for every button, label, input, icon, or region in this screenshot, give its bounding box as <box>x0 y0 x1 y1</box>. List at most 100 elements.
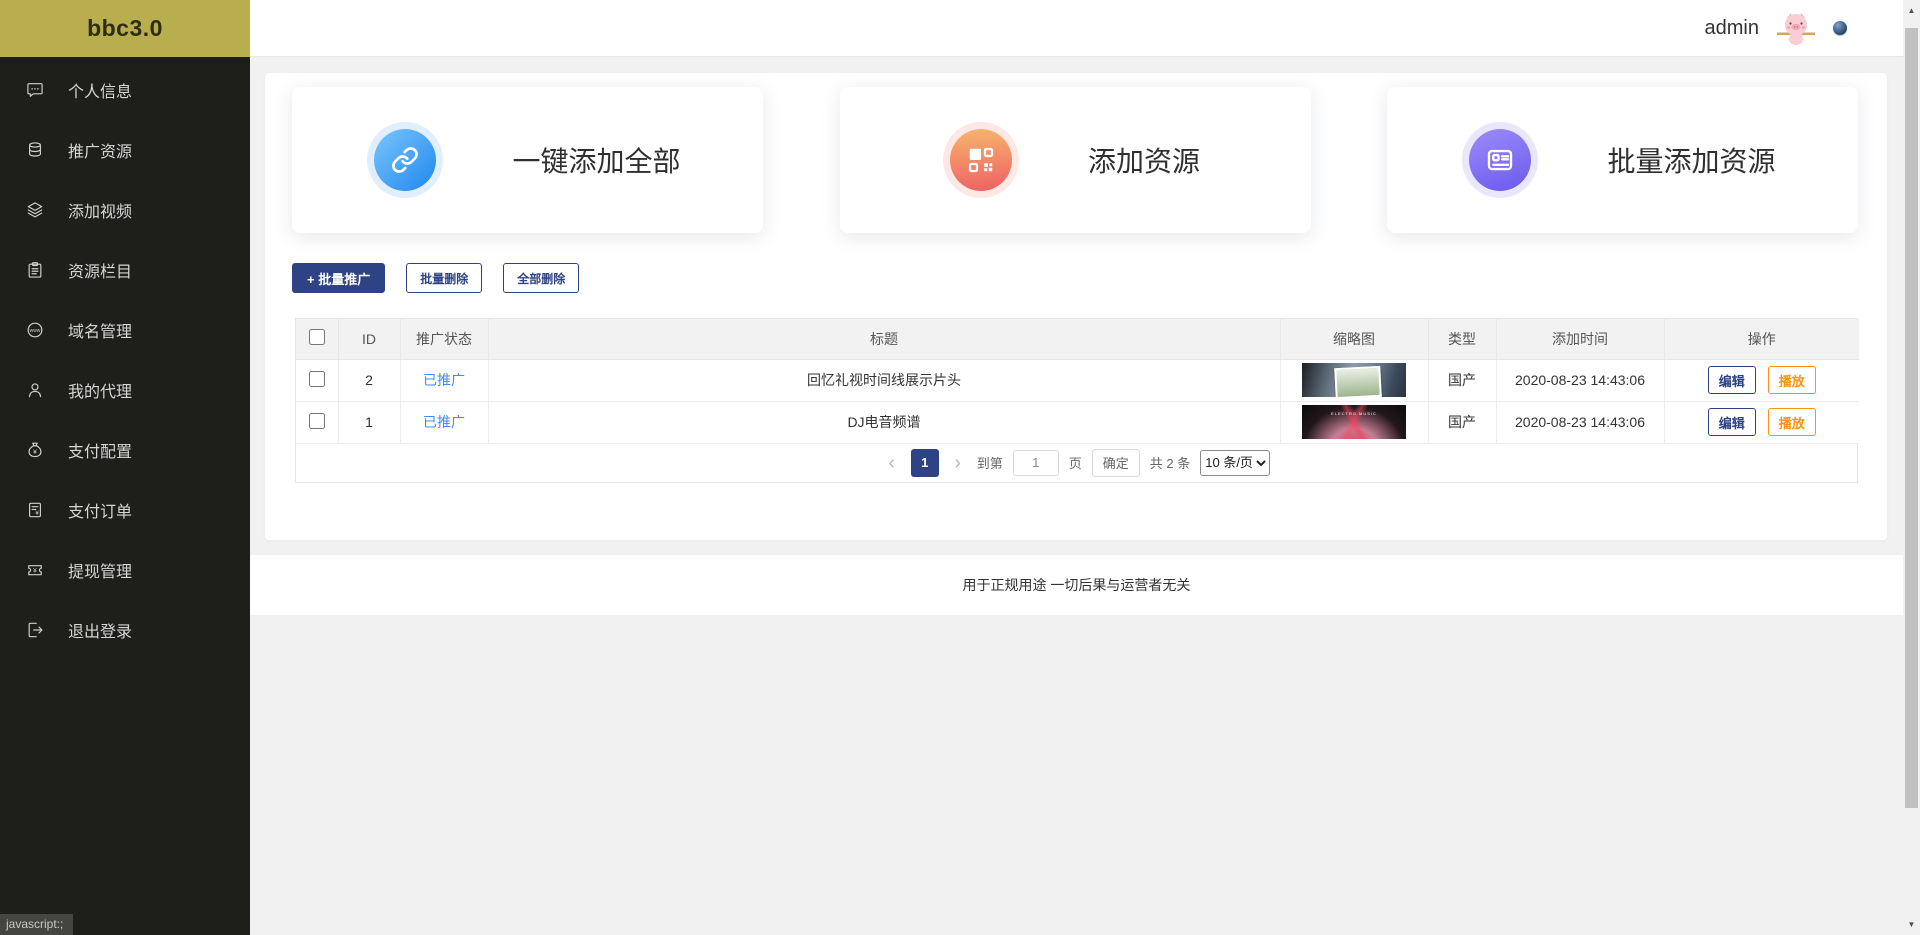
sidebar-item-resource-category[interactable]: 资源栏目 <box>0 240 250 300</box>
row-checkbox[interactable] <box>309 371 325 387</box>
scrollbar-thumb[interactable] <box>1905 28 1918 808</box>
row-id: 2 <box>338 359 400 401</box>
thumbnail-caption: ELECTRO MUSIC <box>1331 411 1377 416</box>
pig-avatar-icon <box>1776 8 1816 48</box>
row-title: DJ电音频谱 <box>488 401 1280 443</box>
svg-text:www: www <box>30 328 41 334</box>
batch-delete-button[interactable]: 批量删除 <box>406 263 482 293</box>
toolbar: + 批量推广 批量删除 全部删除 <box>265 233 1887 293</box>
clipboard-icon <box>25 260 45 280</box>
play-button[interactable]: 播放 <box>1768 408 1816 436</box>
batch-promote-button[interactable]: + 批量推广 <box>292 263 385 293</box>
sidebar-item-payment-orders[interactable]: ¥ 支付订单 <box>0 480 250 540</box>
next-page-arrow[interactable]: › <box>949 453 967 473</box>
row-type: 国产 <box>1428 359 1496 401</box>
link-icon <box>374 129 436 191</box>
moneybag-icon: ¥ <box>25 440 45 460</box>
total-count-label: 共 2 条 <box>1150 453 1190 472</box>
row-select-cell <box>296 359 338 401</box>
row-thumbnail-cell <box>1280 359 1428 401</box>
current-page-button[interactable]: 1 <box>911 449 939 477</box>
batch-add-resource-card[interactable]: 批量添加资源 <box>1387 87 1858 233</box>
add-resource-card[interactable]: 添加资源 <box>840 87 1311 233</box>
edit-button[interactable]: 编辑 <box>1708 408 1756 436</box>
row-actions: 编辑 播放 <box>1664 401 1859 443</box>
chat-icon <box>25 80 45 100</box>
row-id: 1 <box>338 401 400 443</box>
delete-all-button[interactable]: 全部删除 <box>503 263 579 293</box>
disclaimer-text: 用于正规用途 一切后果与运营者无关 <box>963 575 1191 595</box>
header-status: 推广状态 <box>400 319 488 359</box>
row-actions: 编辑 播放 <box>1664 359 1859 401</box>
row-status: 已推广 <box>400 401 488 443</box>
svg-text:¥: ¥ <box>33 449 37 456</box>
sidebar-item-label: 支付订单 <box>68 498 132 522</box>
sidebar-item-promo-resources[interactable]: 推广资源 <box>0 120 250 180</box>
card-label: 一键添加全部 <box>512 140 680 180</box>
goto-confirm-button[interactable]: 确定 <box>1092 449 1140 477</box>
header-title: 标题 <box>488 319 1280 359</box>
page-size-select[interactable]: 10 条/页 <box>1200 450 1270 476</box>
header-id: ID <box>338 319 400 359</box>
goto-page-input[interactable] <box>1013 450 1059 476</box>
promoted-status-link[interactable]: 已推广 <box>423 372 465 388</box>
promoted-status-link[interactable]: 已推广 <box>423 414 465 430</box>
globe-sphere-icon[interactable] <box>1833 21 1847 35</box>
main-panel: 一键添加全部 添加资源 批量添加资源 + 批量推广 批量删除 全部删除 <box>265 73 1887 540</box>
receipt-icon: ¥ <box>25 500 45 520</box>
form-icon <box>1469 129 1531 191</box>
header-thumbnail: 缩略图 <box>1280 319 1428 359</box>
sidebar-item-domain[interactable]: www 域名管理 <box>0 300 250 360</box>
sidebar-item-label: 添加视频 <box>68 198 132 222</box>
select-all-checkbox[interactable] <box>309 329 325 345</box>
user-icon <box>25 380 45 400</box>
layers-icon <box>25 200 45 220</box>
electro-music-thumbnail: ELECTRO MUSIC <box>1302 405 1406 439</box>
sidebar-item-label: 推广资源 <box>68 138 132 162</box>
sidebar-item-logout[interactable]: 退出登录 <box>0 600 250 660</box>
play-button[interactable]: 播放 <box>1768 366 1816 394</box>
header-time: 添加时间 <box>1496 319 1664 359</box>
browser-status-bar: javascript:; <box>0 914 73 935</box>
row-checkbox[interactable] <box>309 413 325 429</box>
top-bar: admin <box>250 0 1903 57</box>
footer: 用于正规用途 一切后果与运营者无关 <box>250 555 1903 615</box>
row-title: 回忆礼视时间线展示片头 <box>488 359 1280 401</box>
sidebar-item-my-agents[interactable]: 我的代理 <box>0 360 250 420</box>
table-row: 1 已推广 DJ电音频谱 ELECTRO MUSIC 国产 2020-08-23… <box>296 401 1859 443</box>
row-type: 国产 <box>1428 401 1496 443</box>
add-all-card[interactable]: 一键添加全部 <box>292 87 763 233</box>
city-collage-thumbnail <box>1302 363 1406 397</box>
card-label: 批量添加资源 <box>1607 140 1775 180</box>
prev-page-arrow[interactable]: ‹ <box>883 453 901 473</box>
row-select-cell <box>296 401 338 443</box>
goto-suffix-label: 页 <box>1069 453 1082 472</box>
row-thumbnail-cell: ELECTRO MUSIC <box>1280 401 1428 443</box>
sidebar-item-payment-config[interactable]: ¥ 支付配置 <box>0 420 250 480</box>
sidebar-item-add-video[interactable]: 添加视频 <box>0 180 250 240</box>
globe-www-icon: www <box>25 320 45 340</box>
scroll-up-arrow-icon[interactable]: ▲ <box>1903 2 1920 19</box>
pagination: ‹ 1 › 到第 页 确定 共 2 条 10 条/页 <box>296 444 1857 482</box>
row-time: 2020-08-23 14:43:06 <box>1496 401 1664 443</box>
sidebar-item-label: 个人信息 <box>68 78 132 102</box>
goto-prefix-label: 到第 <box>977 453 1003 472</box>
resource-table: ID 推广状态 标题 缩略图 类型 添加时间 操作 2 已推广 回忆礼视时间线展… <box>296 319 1859 444</box>
avatar[interactable] <box>1775 7 1817 49</box>
qr-icon <box>950 129 1012 191</box>
resource-table-container: ID 推广状态 标题 缩略图 类型 添加时间 操作 2 已推广 回忆礼视时间线展… <box>295 318 1858 483</box>
table-row: 2 已推广 回忆礼视时间线展示片头 国产 2020-08-23 14:43:06… <box>296 359 1859 401</box>
sidebar-item-withdrawal[interactable]: ¥ 提现管理 <box>0 540 250 600</box>
card-label: 添加资源 <box>1088 140 1200 180</box>
sidebar: bbc3.0 个人信息 推广资源 添加视频 资源栏目 www 域名管理 我的代理… <box>0 0 250 935</box>
header-type: 类型 <box>1428 319 1496 359</box>
scrollbar[interactable]: ▲ ▼ <box>1903 0 1920 935</box>
sidebar-item-label: 支付配置 <box>68 438 132 462</box>
sidebar-item-profile[interactable]: 个人信息 <box>0 60 250 120</box>
scroll-down-arrow-icon[interactable]: ▼ <box>1903 916 1920 933</box>
sidebar-item-label: 我的代理 <box>68 378 132 402</box>
sidebar-item-label: 资源栏目 <box>68 258 132 282</box>
edit-button[interactable]: 编辑 <box>1708 366 1756 394</box>
quick-action-cards: 一键添加全部 添加资源 批量添加资源 <box>265 73 1887 233</box>
select-all-header <box>296 319 338 359</box>
